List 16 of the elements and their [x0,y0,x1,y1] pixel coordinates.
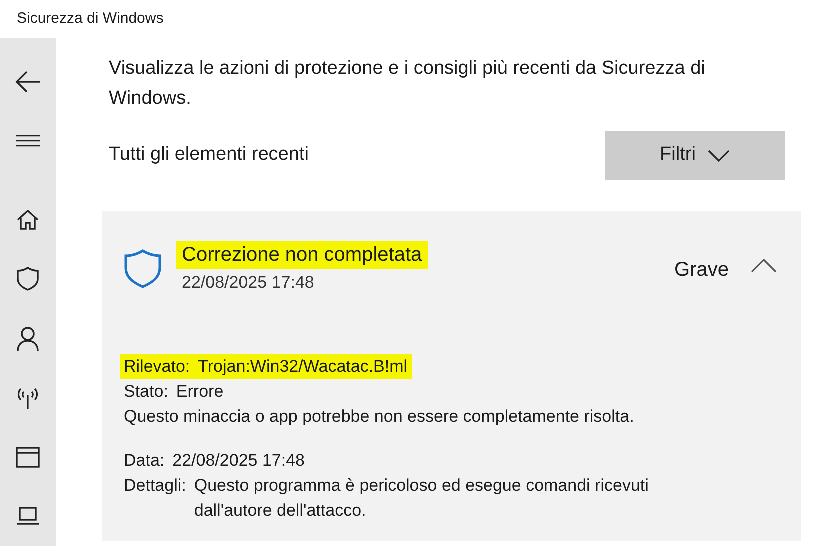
event-title: Correzione non completata [176,241,428,269]
window-title: Sicurezza di Windows [17,8,164,29]
field-label: Stato: [124,380,168,402]
field-label: Dettagli: [124,474,186,496]
field-label: Data: [124,450,165,472]
field-value: 22/08/2025 17:48 [172,450,305,472]
field-value: Questo programma è pericoloso ed esegue comandi ricevuti dall'autore dell'attacco. [194,474,650,522]
intro-text: Visualizza le azioni di protezione e i consigli più recenti da Sicurezza di Windows. [109,57,706,111]
event-date: 22/08/2025 17:48 [182,272,316,294]
section-heading: Tutti gli elementi recenti [109,143,309,168]
field-label: Rilevato: [124,356,190,378]
field-value: Trojan:Win32/Wacatac.B!ml [198,356,408,378]
filter-button[interactable]: Filtri [605,131,785,180]
severity-label: Grave [674,258,729,283]
field-value: Errore [176,380,224,402]
status-note: Questo minaccia o app potrebbe non essere completamente risolta. [124,406,636,428]
